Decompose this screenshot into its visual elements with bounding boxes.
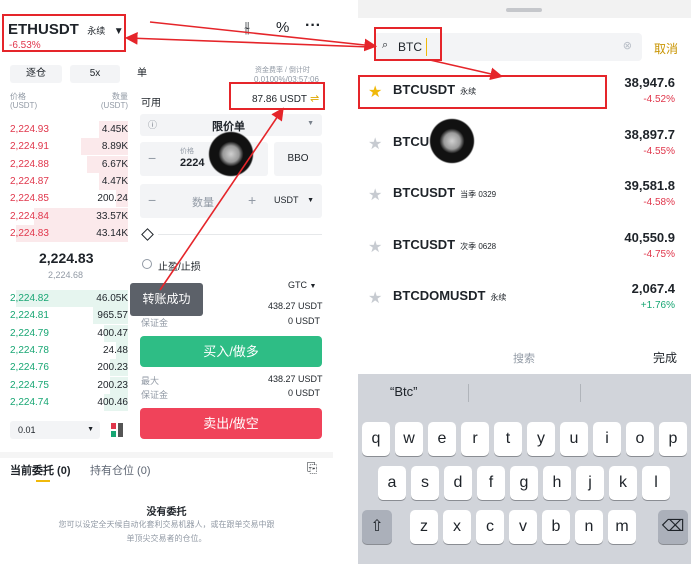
arrow-toast-to-available (159, 107, 284, 291)
annotation-arrows (124, 21, 504, 291)
arrow-search-to-result (429, 59, 504, 81)
arrow-search-to-pair (124, 31, 371, 48)
